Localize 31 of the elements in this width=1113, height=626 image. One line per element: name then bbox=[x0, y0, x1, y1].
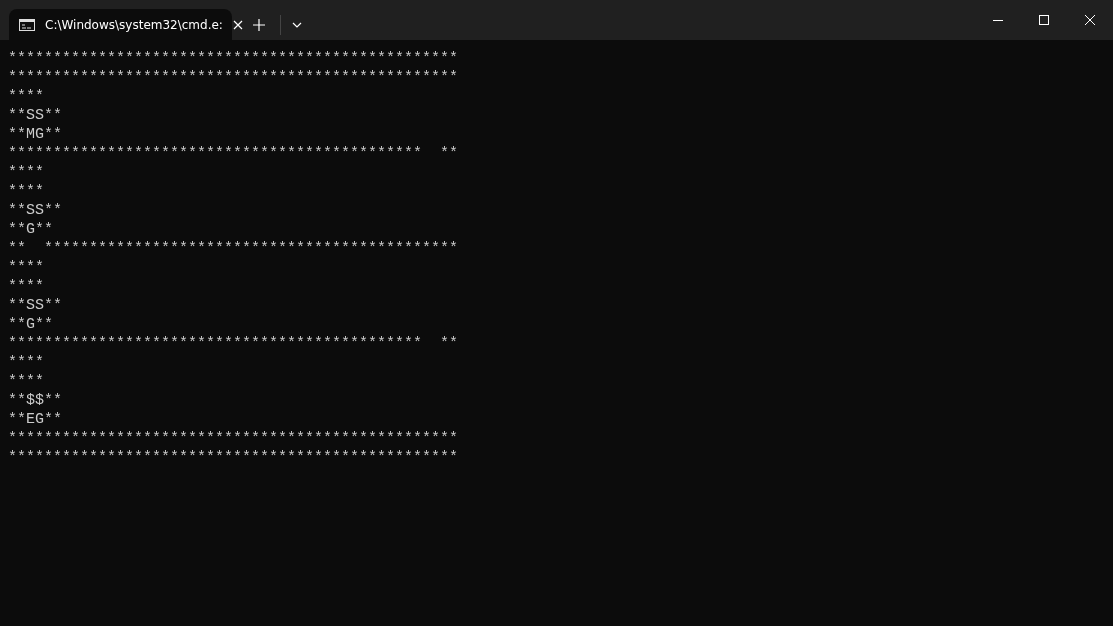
console-line: ************************************************** bbox=[8, 49, 460, 68]
console-line: ********************************************** ** bbox=[8, 334, 460, 353]
console-line: **** bbox=[8, 277, 45, 296]
console-line: ************************************************** bbox=[8, 68, 460, 87]
console-line: **G** bbox=[8, 220, 54, 239]
console-line: **$$** bbox=[8, 391, 63, 410]
console-line: ** ********************************************** bbox=[8, 239, 460, 258]
console-line: **MG** bbox=[8, 125, 63, 144]
console-line: ************************************************** bbox=[8, 448, 460, 467]
plus-icon bbox=[253, 18, 265, 31]
console-line: ************************************************** bbox=[8, 429, 460, 448]
console-line: **** bbox=[8, 163, 45, 182]
minimize-icon bbox=[993, 19, 1003, 21]
chevron-down-icon bbox=[292, 21, 302, 28]
terminal-icon bbox=[19, 18, 35, 31]
console-line: **SS** bbox=[8, 201, 63, 220]
console-line: **** bbox=[8, 258, 45, 277]
console-line: **** bbox=[8, 372, 45, 391]
console-line: ********************************************** ** bbox=[8, 144, 460, 163]
tab-title: C:\Windows\system32\cmd.e: bbox=[45, 17, 223, 32]
close-tab-button[interactable] bbox=[232, 19, 243, 30]
console-line: **G** bbox=[8, 315, 54, 334]
console-line: **** bbox=[8, 182, 45, 201]
close-icon bbox=[1085, 15, 1095, 25]
console-line: **** bbox=[8, 353, 45, 372]
maximize-icon bbox=[1039, 15, 1049, 25]
console-line: **SS** bbox=[8, 296, 63, 315]
close-icon bbox=[232, 19, 243, 30]
console-line: **EG** bbox=[8, 410, 63, 429]
console-line: **SS** bbox=[8, 106, 63, 125]
console-line: **** bbox=[8, 87, 45, 106]
